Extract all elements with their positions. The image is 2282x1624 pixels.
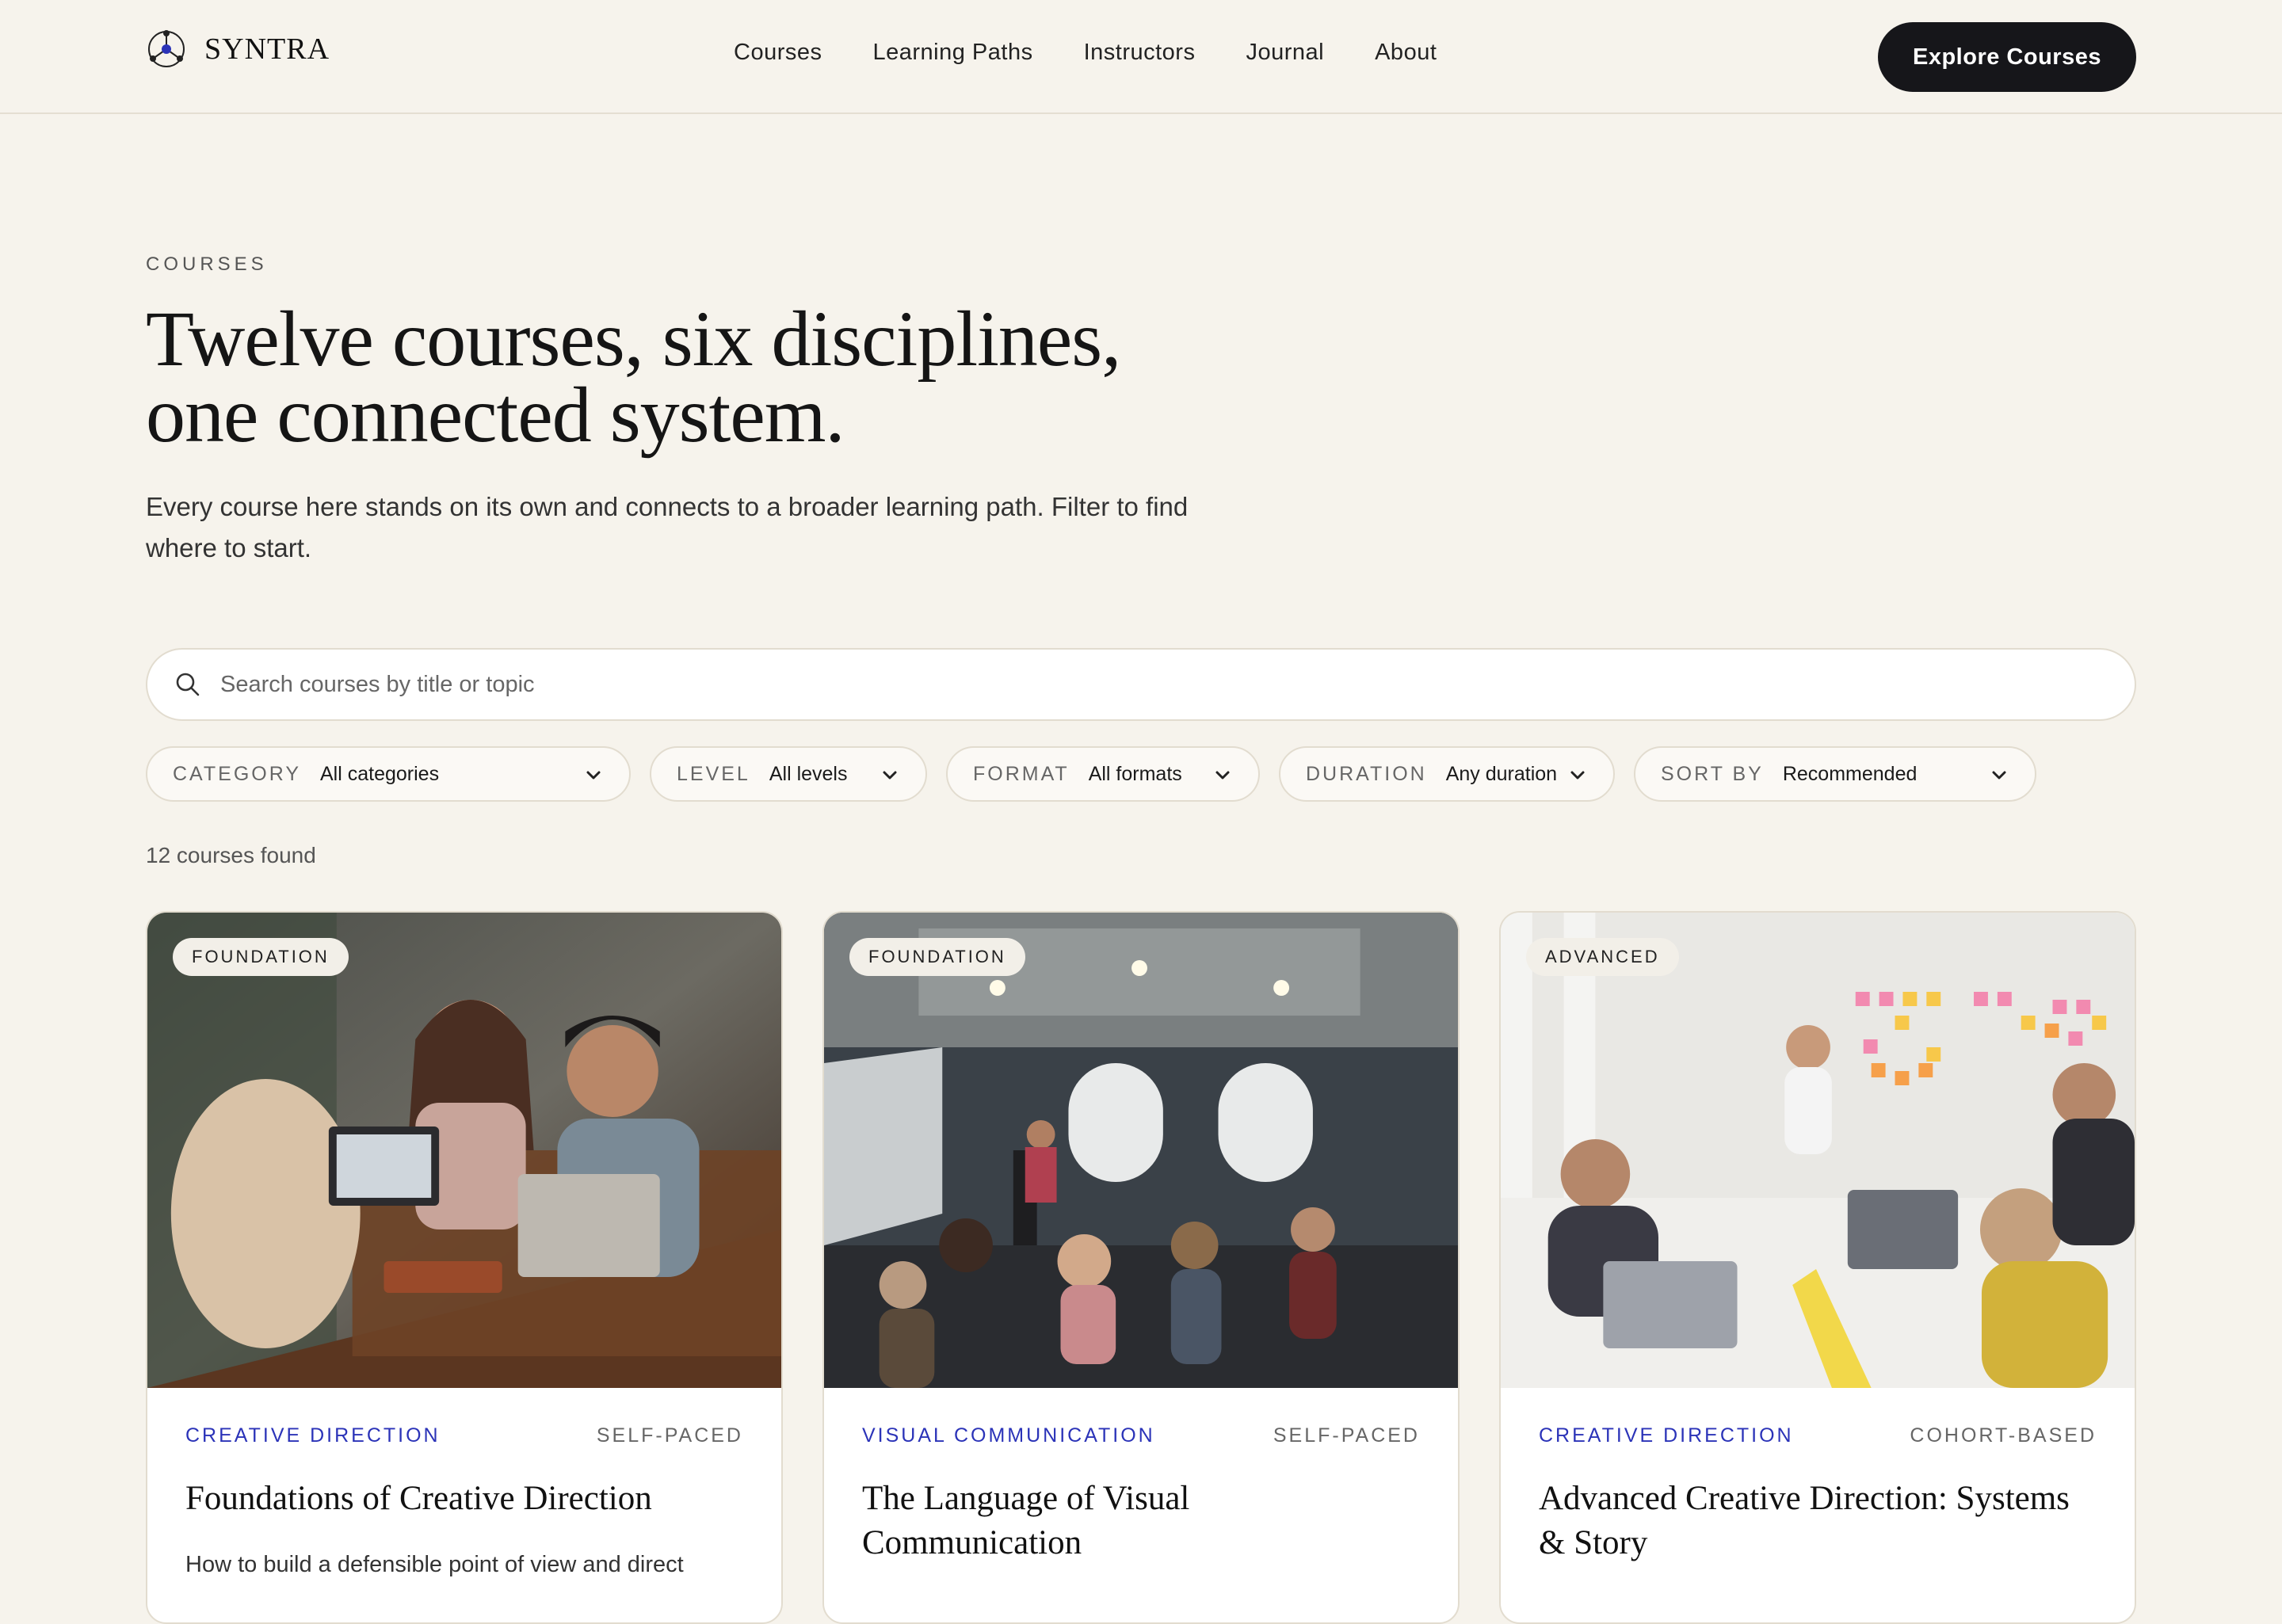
chevron-down-icon	[883, 771, 897, 780]
course-card[interactable]: FOUNDATION CREATIVE DIRECTION SELF-PACED…	[146, 911, 783, 1624]
course-category: CREATIVE DIRECTION	[185, 1424, 441, 1447]
duration-filter[interactable]: DURATION Any duration	[1279, 746, 1615, 802]
page-title-line-1: Twelve courses, six disciplines,	[146, 295, 1121, 383]
nav-link-about[interactable]: About	[1375, 40, 1437, 66]
network-node-icon	[148, 30, 185, 67]
level-badge: ADVANCED	[1526, 938, 1679, 976]
explore-courses-button[interactable]: Explore Courses	[1878, 22, 2136, 92]
search-icon	[176, 673, 200, 696]
filter-value: Recommended	[1782, 762, 1918, 785]
chevron-down-icon	[1992, 771, 2006, 780]
results-count: 12 courses found	[146, 843, 316, 867]
filter-value: All levels	[769, 762, 848, 785]
filter-label: CATEGORY	[173, 762, 301, 785]
search-input[interactable]	[219, 670, 2044, 699]
chevron-down-icon	[1215, 771, 1230, 780]
brand-name: SYNTRA	[204, 32, 330, 66]
page-subtitle: Every course here stands on its own and …	[146, 492, 1189, 562]
course-card[interactable]: ADVANCED CREATIVE DIRECTION COHORT-BASED…	[1499, 911, 2136, 1624]
nav-link-instructors[interactable]: Instructors	[1084, 40, 1196, 66]
sort-by-filter[interactable]: SORT BY Recommended	[1634, 746, 2036, 802]
category-filter[interactable]: CATEGORY All categories	[146, 746, 631, 802]
level-filter[interactable]: LEVEL All levels	[650, 746, 927, 802]
course-category: VISUAL COMMUNICATION	[862, 1424, 1155, 1447]
nav-link-courses[interactable]: Courses	[734, 40, 822, 66]
filter-value: Any duration	[1445, 762, 1558, 785]
course-format: SELF-PACED	[1273, 1424, 1420, 1447]
level-badge: FOUNDATION	[849, 938, 1025, 976]
main-nav: Courses Learning Paths Instructors Journ…	[734, 40, 1437, 66]
course-search-bar[interactable]	[146, 648, 2136, 721]
format-filter[interactable]: FORMAT All formats	[946, 746, 1260, 802]
filter-value: All categories	[320, 762, 440, 785]
nav-link-journal[interactable]: Journal	[1246, 40, 1324, 66]
course-category: CREATIVE DIRECTION	[1539, 1424, 1794, 1447]
course-title[interactable]: The Language of Visual Communication	[862, 1477, 1417, 1565]
course-image	[824, 913, 1458, 1388]
level-badge: FOUNDATION	[173, 938, 349, 976]
filter-value: All formats	[1088, 762, 1182, 785]
course-format: COHORT-BASED	[1910, 1424, 2097, 1447]
chevron-down-icon	[1570, 771, 1585, 780]
course-image	[147, 913, 781, 1388]
brand-logo[interactable]: SYNTRA	[146, 29, 330, 70]
course-image	[1501, 913, 2135, 1388]
course-card[interactable]: FOUNDATION VISUAL COMMUNICATION SELF-PAC…	[822, 911, 1460, 1624]
filter-label: SORT BY	[1661, 762, 1764, 785]
course-title[interactable]: Foundations of Creative Direction	[185, 1477, 740, 1521]
page-title-line-2: one connected system.	[146, 371, 845, 459]
course-description: How to build a defensible point of view …	[185, 1552, 684, 1577]
chevron-down-icon	[586, 771, 601, 780]
top-navigation-bar: SYNTRA Courses Learning Paths Instructor…	[0, 0, 2282, 114]
filter-label: LEVEL	[677, 762, 750, 785]
filter-label: DURATION	[1306, 762, 1427, 785]
course-format: SELF-PACED	[596, 1424, 743, 1447]
filter-label: FORMAT	[973, 762, 1070, 785]
section-eyebrow: COURSES	[146, 254, 268, 275]
page-title: Twelve courses, six disciplines, one con…	[146, 295, 1255, 459]
course-title[interactable]: Advanced Creative Direction: Systems & S…	[1539, 1477, 2093, 1565]
nav-link-learning-paths[interactable]: Learning Paths	[873, 40, 1033, 66]
